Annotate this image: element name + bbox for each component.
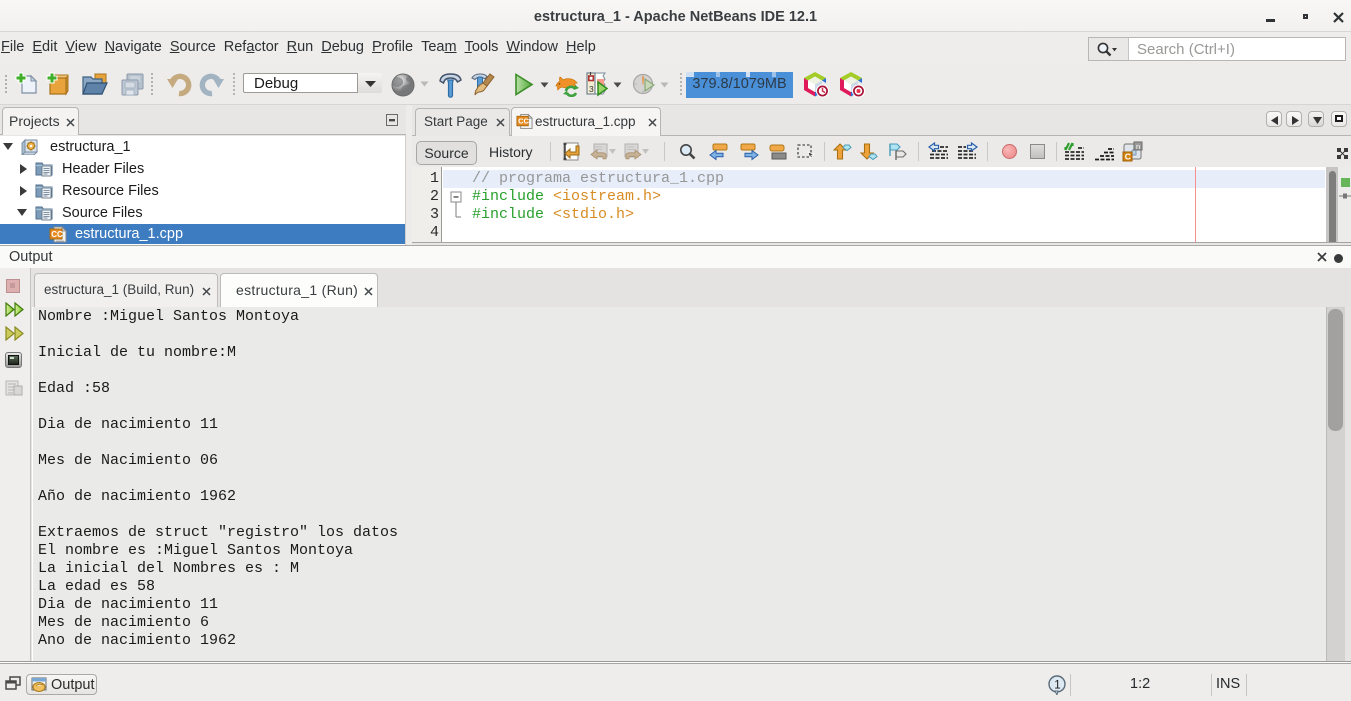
svg-text:3: 3: [589, 84, 594, 94]
svg-text:n: n: [1136, 142, 1140, 151]
svg-text:C: C: [1125, 152, 1131, 162]
svg-text:1: 1: [1054, 680, 1060, 692]
svg-text:CC: CC: [518, 117, 529, 126]
svg-text:CC: CC: [51, 230, 63, 239]
